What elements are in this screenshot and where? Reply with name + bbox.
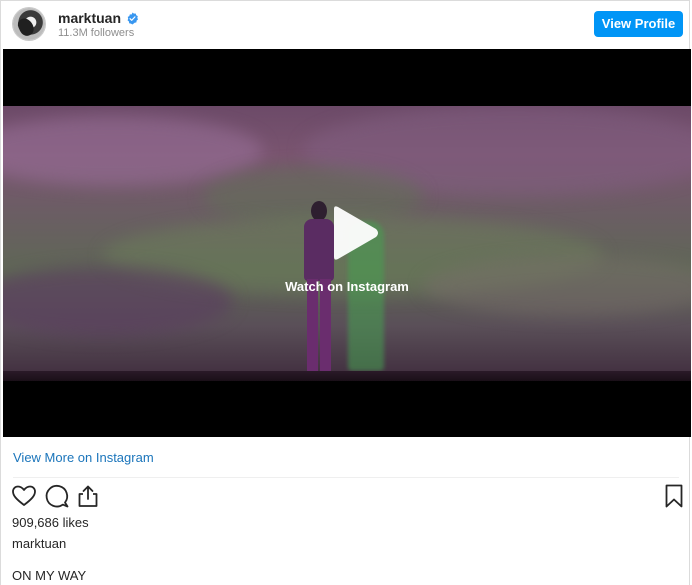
- caption-text: ON MY WAY: [12, 568, 87, 583]
- post-header: marktuan 11.3M followers View Profile: [1, 1, 689, 49]
- video-player[interactable]: Watch on Instagram: [3, 49, 691, 437]
- action-bar: [11, 483, 687, 511]
- play-icon[interactable]: [322, 203, 382, 263]
- verified-badge-icon: [127, 12, 139, 24]
- caption-username[interactable]: marktuan: [12, 536, 66, 552]
- share-icon[interactable]: [75, 483, 101, 509]
- avatar[interactable]: [13, 8, 45, 40]
- username-row: marktuan: [58, 10, 139, 26]
- bookmark-icon[interactable]: [661, 483, 687, 509]
- heart-icon[interactable]: [11, 483, 37, 509]
- follower-count: 11.3M followers: [58, 27, 135, 39]
- username[interactable]: marktuan: [58, 10, 121, 26]
- instagram-embed: marktuan 11.3M followers View Profile Wa…: [0, 0, 691, 585]
- divider: [13, 477, 679, 478]
- comment-icon[interactable]: [44, 483, 70, 509]
- like-count: 909,686 likes: [12, 515, 89, 530]
- watch-on-instagram-link[interactable]: Watch on Instagram: [3, 279, 691, 295]
- view-profile-button[interactable]: View Profile: [594, 11, 683, 37]
- horizon: [3, 371, 691, 381]
- view-more-link[interactable]: View More on Instagram: [13, 450, 154, 466]
